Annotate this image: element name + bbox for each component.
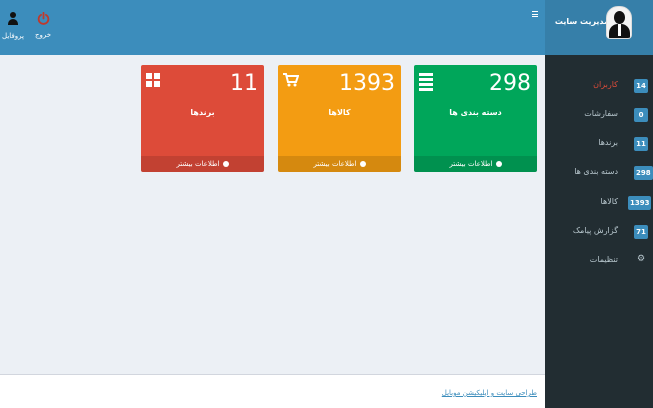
more-info-link[interactable]: اطلاعات بیشتر (414, 156, 537, 172)
sidebar-item-brands[interactable]: برندها 11 (545, 134, 653, 154)
stat-box-brands: 11 برندها اطلاعات بیشتر (141, 65, 264, 172)
sidebar-item-categories[interactable]: دسته بندی ها 298 (545, 163, 653, 183)
stat-title: برندها (190, 108, 215, 117)
more-info-label: اطلاعات بیشتر (176, 160, 220, 168)
footer: طراحی سایت و اپلیکیشن موبایل (0, 374, 545, 408)
list-icon (419, 73, 433, 93)
sidebar-item-settings[interactable]: تنظیمات ⚙ (545, 251, 653, 271)
top-navbar: پروفایل خروج (0, 0, 545, 55)
sidebar-item-label: سفارشات (584, 109, 618, 118)
more-info-link[interactable]: اطلاعات بیشتر (278, 156, 401, 172)
count-badge: 71 (634, 225, 648, 239)
stat-box-products: 1393 کالاها اطلاعات بیشتر (278, 65, 401, 172)
stat-count: 1393 (339, 71, 395, 96)
arrow-circle-icon (222, 161, 229, 167)
sidebar-item-label: تنظیمات (589, 255, 618, 264)
sidebar-item-sms-report[interactable]: گزارش پیامک 71 (545, 222, 653, 242)
stat-title: دسته بندی ها (449, 108, 502, 117)
arrow-circle-icon (495, 161, 502, 167)
stat-count: 298 (489, 71, 531, 96)
sidebar-item-users[interactable]: کاربران 14 (545, 76, 653, 96)
logout-button[interactable]: خروج (28, 12, 58, 39)
sidebar-item-label: گزارش پیامک (572, 226, 618, 235)
sidebar-item-label: کالاها (600, 197, 618, 206)
avatar[interactable] (606, 6, 632, 39)
sidebar-item-label: برندها (598, 138, 618, 147)
gear-icon: ⚙ (637, 254, 646, 264)
profile-label: پروفایل (2, 32, 24, 40)
sidebar-item-products[interactable]: کالاها 1393 (545, 193, 653, 213)
more-info-link[interactable]: اطلاعات بیشتر (141, 156, 264, 172)
more-info-label: اطلاعات بیشتر (449, 160, 493, 168)
sidebar: کاربران 14 سفارشات 0 برندها 11 دسته بندی… (545, 55, 653, 408)
brand-title: مدیریت سایت (554, 17, 609, 26)
sidebar-item-orders[interactable]: سفارشات 0 (545, 105, 653, 125)
sidebar-item-label: کاربران (593, 80, 618, 89)
cart-icon (283, 73, 299, 87)
power-icon (37, 12, 49, 25)
arrow-circle-icon (359, 161, 366, 167)
count-badge: 298 (634, 166, 653, 180)
sidebar-item-label: دسته بندی ها (574, 167, 618, 176)
footer-link[interactable]: طراحی سایت و اپلیکیشن موبایل (442, 389, 537, 397)
grid-icon (146, 73, 160, 87)
stat-box-categories: 298 دسته بندی ها اطلاعات بیشتر (414, 65, 537, 172)
user-icon (7, 12, 19, 26)
count-badge: 14 (634, 79, 648, 93)
count-badge: 1393 (628, 196, 652, 210)
more-info-label: اطلاعات بیشتر (313, 160, 357, 168)
count-badge: 11 (634, 137, 648, 151)
sidebar-toggle-icon[interactable] (532, 11, 538, 17)
profile-button[interactable]: پروفایل (0, 12, 28, 40)
brand-area: مدیریت سایت (545, 0, 653, 55)
stat-title: کالاها (328, 108, 351, 117)
stat-count: 11 (230, 71, 258, 96)
logout-label: خروج (34, 31, 52, 39)
count-badge: 0 (634, 108, 648, 122)
